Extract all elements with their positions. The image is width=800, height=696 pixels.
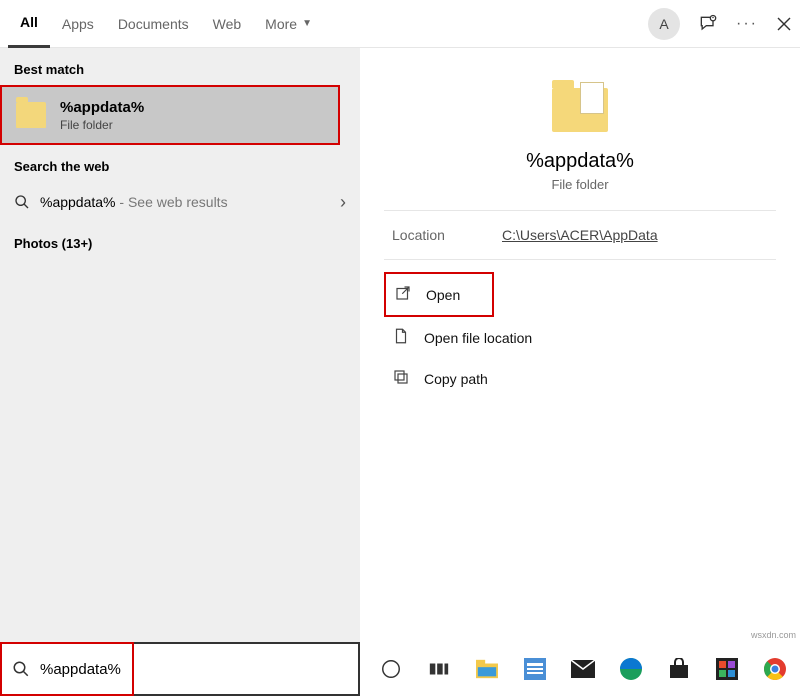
chevron-right-icon: › (340, 192, 346, 213)
preview-card: %appdata% File folder Location C:\Users\… (384, 68, 776, 411)
best-match-result[interactable]: %appdata% File folder (0, 85, 340, 145)
mail-icon[interactable] (570, 656, 596, 682)
more-icon[interactable]: ··· (736, 15, 758, 33)
chrome-icon[interactable] (762, 656, 788, 682)
tab-apps-label: Apps (62, 16, 94, 32)
tab-apps[interactable]: Apps (50, 0, 106, 48)
header-actions: A ··· (648, 0, 792, 48)
close-icon[interactable] (776, 16, 792, 32)
open-label: Open (426, 287, 460, 303)
tab-all-label: All (20, 14, 38, 30)
folder-icon (552, 88, 608, 132)
results-panel: Best match %appdata% File folder Search … (0, 48, 360, 642)
open-location-label: Open file location (424, 330, 532, 346)
avatar-letter: A (659, 16, 668, 32)
actions-list: Open Open file location Copy path (384, 260, 776, 411)
open-location-action[interactable]: Open file location (384, 317, 776, 358)
preview-subtitle: File folder (551, 177, 608, 192)
web-suffix: - See web results (116, 194, 228, 210)
tab-web-label: Web (213, 16, 242, 32)
photos-heading: Photos (13+) (0, 222, 360, 259)
tab-documents[interactable]: Documents (106, 0, 201, 48)
search-tabs: All Apps Documents Web More ▼ A ··· (0, 0, 800, 48)
preview-panel: %appdata% File folder Location C:\Users\… (360, 48, 800, 642)
file-explorer-icon[interactable] (474, 656, 500, 682)
tab-more-label: More (265, 16, 297, 32)
task-view-icon[interactable] (426, 656, 452, 682)
app-icon-1[interactable] (522, 656, 548, 682)
copy-path-action[interactable]: Copy path (384, 358, 776, 399)
app-icon-2[interactable] (714, 656, 740, 682)
web-result-text: %appdata% - See web results (40, 194, 228, 210)
watermark: wsxdn.com (751, 630, 796, 640)
web-query: %appdata% (40, 194, 116, 210)
folder-icon (16, 102, 46, 128)
search-web-heading: Search the web (0, 145, 360, 182)
search-icon (12, 660, 30, 678)
search-web-result[interactable]: %appdata% - See web results › (0, 182, 360, 222)
search-body: Best match %appdata% File folder Search … (0, 48, 800, 642)
open-action[interactable]: Open (384, 272, 494, 317)
best-match-heading: Best match (0, 48, 360, 85)
file-location-icon (392, 327, 410, 348)
tab-more[interactable]: More ▼ (253, 0, 324, 48)
result-text: %appdata% File folder (60, 99, 144, 132)
store-icon[interactable] (666, 656, 692, 682)
location-row: Location C:\Users\ACER\AppData (384, 211, 776, 260)
copy-path-label: Copy path (424, 371, 488, 387)
tab-documents-label: Documents (118, 16, 189, 32)
tab-web[interactable]: Web (201, 0, 254, 48)
result-subtitle: File folder (60, 118, 144, 132)
preview-header: %appdata% File folder (384, 68, 776, 211)
avatar[interactable]: A (648, 8, 680, 40)
taskbar (360, 642, 800, 696)
search-input[interactable] (38, 660, 348, 679)
edge-icon[interactable] (618, 656, 644, 682)
copy-icon (392, 368, 410, 389)
tab-all[interactable]: All (8, 0, 50, 48)
search-bar[interactable] (0, 642, 360, 696)
location-label: Location (392, 227, 502, 243)
result-title: %appdata% (60, 99, 144, 116)
chevron-down-icon: ▼ (302, 18, 312, 29)
cortana-icon[interactable] (378, 656, 404, 682)
feedback-icon[interactable] (698, 14, 718, 34)
preview-title: %appdata% (526, 150, 634, 173)
location-value[interactable]: C:\Users\ACER\AppData (502, 227, 658, 243)
search-icon (14, 194, 30, 210)
open-icon (394, 284, 412, 305)
